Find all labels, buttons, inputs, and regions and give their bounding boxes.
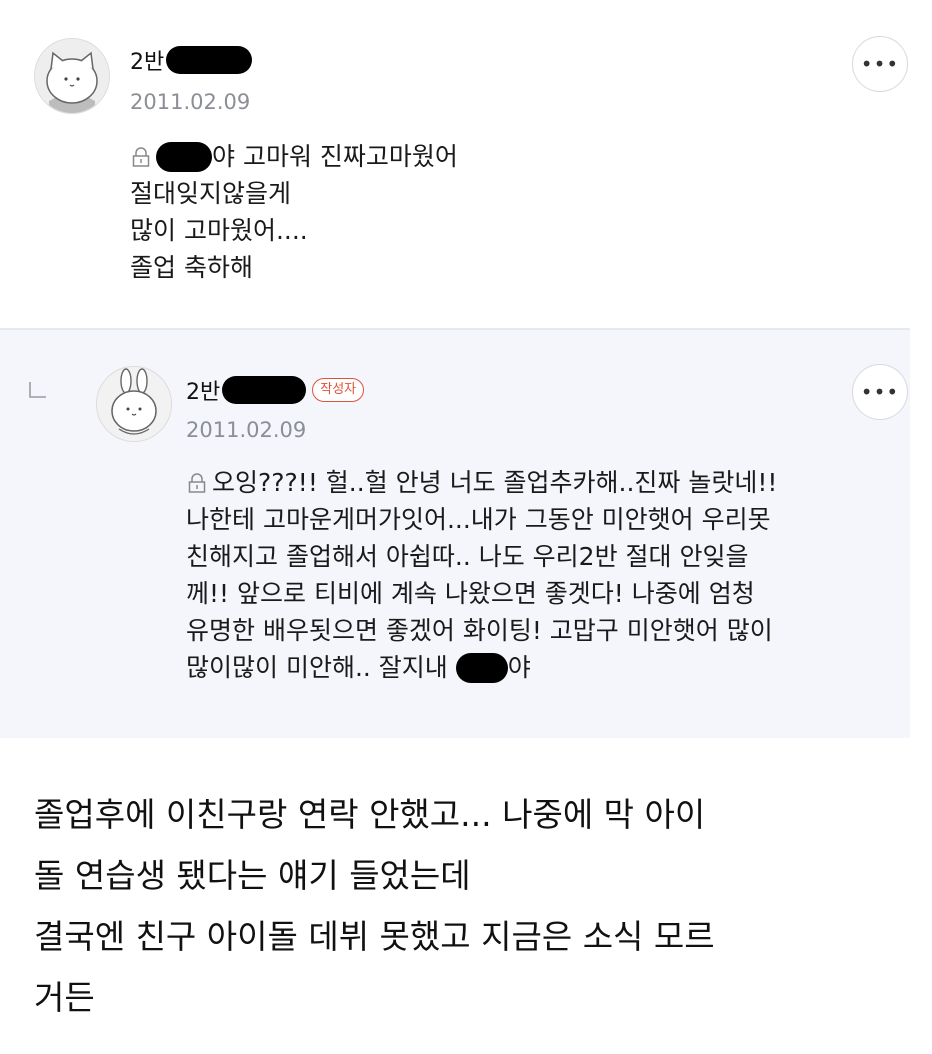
redacted-name bbox=[455, 652, 508, 683]
caption-line: 졸업후에 이친구랑 연락 안했고... 나중에 막 아이 bbox=[34, 795, 706, 834]
post-caption: 졸업후에 이친구랑 연락 안했고... 나중에 막 아이 돌 연습생 됐다는 얘… bbox=[34, 784, 914, 1028]
comment-text: 오잉???!! 헐..헐 안녕 너도 졸업추카해..진짜 놀랏네!! bbox=[212, 468, 778, 497]
cat-avatar-icon[interactable] bbox=[34, 38, 110, 114]
comment-text: 야 bbox=[507, 653, 531, 682]
comment-line: 께!! 앞으로 티비에 계속 나왔으면 좋겟다! 나중에 엄청 bbox=[186, 579, 755, 608]
redacted-name bbox=[156, 141, 212, 172]
comment-body: 오잉???!! 헐..헐 안녕 너도 졸업추카해..진짜 놀랏네!! 나한테 고… bbox=[186, 464, 898, 686]
comment-text: 많이많이 미안해.. 잘지내 bbox=[186, 653, 448, 682]
comment-line: 나한테 고마운게머가잇어...내가 그동안 미안햇어 우리못 bbox=[186, 505, 771, 534]
comment-author[interactable]: 2반 bbox=[130, 44, 253, 76]
more-button[interactable]: ••• bbox=[852, 36, 908, 92]
comment-line: 유명한 배우됫으면 좋겠어 화이팅! 고맙구 미안햇어 많이 bbox=[186, 616, 773, 645]
lock-icon bbox=[188, 472, 206, 493]
comment-date: 2011.02.09 bbox=[186, 418, 307, 442]
comment-2-reply: 2반 작성자 2011.02.09 ••• 오잉???!! 헐..헐 안녕 너도… bbox=[0, 330, 910, 738]
comment-body: 야 고마워 진짜고마웠어 절대잊지않을게 많이 고마웠어.... 졸업 축하해 bbox=[130, 138, 830, 286]
comment-text: 야 고마워 진짜고마웠어 bbox=[212, 142, 458, 171]
more-icon: ••• bbox=[860, 52, 900, 76]
comment-line: 야 고마워 진짜고마웠어 bbox=[130, 138, 830, 175]
comment-line: 많이 고마웠어.... bbox=[130, 216, 308, 245]
caption-line: 돌 연습생 됐다는 얘기 들었는데 bbox=[34, 856, 471, 895]
author-badge: 작성자 bbox=[312, 378, 365, 402]
author-name[interactable]: 2반 bbox=[186, 374, 220, 406]
more-icon: ••• bbox=[860, 380, 900, 404]
comment-date: 2011.02.09 bbox=[130, 90, 251, 114]
comment-line: 오잉???!! 헐..헐 안녕 너도 졸업추카해..진짜 놀랏네!! bbox=[186, 464, 898, 501]
rabbit-avatar-icon[interactable] bbox=[96, 366, 172, 442]
redacted-name bbox=[166, 46, 253, 74]
more-button[interactable]: ••• bbox=[852, 364, 908, 420]
comment-author[interactable]: 2반 작성자 bbox=[186, 374, 365, 406]
comment-line: 많이많이 미안해.. 잘지내 야 bbox=[186, 649, 898, 686]
lock-icon bbox=[132, 146, 150, 167]
comment-1: 2반 2011.02.09 ••• 야 고마워 진짜고마웠어 절대잊지않을게 많… bbox=[0, 0, 910, 328]
caption-line: 거든 bbox=[34, 978, 95, 1017]
comment-line: 친해지고 졸업해서 아쉽따.. 나도 우리2반 절대 안잊을 bbox=[186, 542, 749, 571]
reply-arrow-icon bbox=[29, 382, 46, 398]
comment-line: 졸업 축하해 bbox=[130, 253, 253, 282]
comment-line: 절대잊지않을게 bbox=[130, 179, 292, 208]
author-name[interactable]: 2반 bbox=[130, 44, 164, 76]
redacted-name bbox=[222, 376, 307, 404]
caption-line: 결국엔 친구 아이돌 데뷔 못했고 지금은 소식 모르 bbox=[34, 917, 715, 956]
